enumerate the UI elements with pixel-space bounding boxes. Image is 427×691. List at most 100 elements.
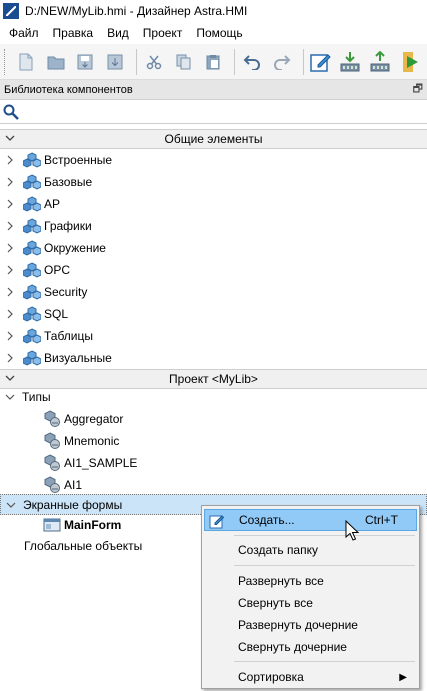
- menu-project[interactable]: Проект: [136, 22, 190, 44]
- toolbar-grip[interactable]: [4, 48, 7, 75]
- undo-button[interactable]: [239, 48, 265, 76]
- library-item[interactable]: OPC: [0, 259, 427, 281]
- components-icon: [22, 193, 42, 215]
- screen-forms-label: Экранные формы: [23, 497, 123, 512]
- search-input[interactable]: [23, 101, 427, 122]
- chevron-right-icon[interactable]: [2, 237, 18, 259]
- chevron-down-icon[interactable]: [2, 386, 18, 408]
- upload-button[interactable]: [367, 48, 393, 76]
- menu-item-create-shortcut: Ctrl+T: [365, 513, 398, 527]
- library-item[interactable]: Таблицы: [0, 325, 427, 347]
- components-icon: [22, 215, 42, 237]
- submenu-arrow-icon: ▶: [399, 671, 407, 683]
- library-item-label: АР: [44, 197, 61, 211]
- edit-form-button[interactable]: [308, 48, 334, 76]
- toolbar-separator: [302, 48, 304, 75]
- library-item[interactable]: SQL: [0, 303, 427, 325]
- chevron-right-icon[interactable]: [2, 193, 18, 215]
- tree-node-types[interactable]: Типы: [0, 386, 427, 408]
- type-item[interactable]: Aggregator: [0, 408, 427, 430]
- menu-help[interactable]: Помощь: [189, 22, 249, 44]
- run-button[interactable]: [397, 48, 423, 76]
- group-general-header[interactable]: Общие элементы: [0, 129, 427, 149]
- open-button[interactable]: [43, 48, 69, 76]
- library-item[interactable]: Графики: [0, 215, 427, 237]
- menu-item-create-label: Создать...: [239, 513, 295, 527]
- toolbar-separator: [234, 48, 236, 75]
- component-library-header: Библиотека компонентов 🗗: [0, 80, 427, 100]
- components-icon: [22, 303, 42, 325]
- chevron-right-icon[interactable]: [2, 325, 18, 347]
- chevron-down-icon[interactable]: [3, 494, 19, 516]
- save-icon: [77, 54, 93, 69]
- form-icon: [42, 514, 62, 536]
- type-item[interactable]: Mnemonic: [0, 430, 427, 452]
- library-item-label: Графики: [44, 219, 92, 233]
- components-icon: [22, 259, 42, 281]
- menu-file[interactable]: Файл: [2, 22, 46, 44]
- menu-item-expand-children[interactable]: Развернуть дочерние: [204, 614, 417, 636]
- panel-title: Библиотека компонентов: [4, 83, 133, 96]
- chevron-right-icon[interactable]: [2, 347, 18, 369]
- context-menu: Создать... Ctrl+T Создать папку Разверну…: [201, 505, 420, 689]
- menu-item-collapse-all-label: Свернуть все: [238, 596, 313, 610]
- menu-item-sort[interactable]: Сортировка ▶: [204, 666, 417, 688]
- type-object-icon: [42, 408, 62, 430]
- library-item[interactable]: Окружение: [0, 237, 427, 259]
- chevron-right-icon[interactable]: [2, 303, 18, 325]
- library-item[interactable]: Security: [0, 281, 427, 303]
- type-item[interactable]: AI1: [0, 474, 427, 496]
- save-button[interactable]: [72, 48, 98, 76]
- paste-button[interactable]: [201, 48, 227, 76]
- group-project-label: Проект <MyLib>: [169, 372, 258, 386]
- menu-item-expand-all[interactable]: Развернуть все: [204, 570, 417, 592]
- chevron-right-icon[interactable]: [2, 281, 18, 303]
- restore-panel-icon[interactable]: 🗗: [413, 80, 423, 99]
- toolbar: [0, 44, 427, 80]
- chevron-right-icon[interactable]: [2, 215, 18, 237]
- chevron-right-icon[interactable]: [2, 259, 18, 281]
- menu-item-collapse-all[interactable]: Свернуть все: [204, 592, 417, 614]
- menu-item-expand-all-label: Развернуть все: [238, 574, 324, 588]
- global-objects-label: Глобальные объекты: [24, 539, 143, 553]
- menu-item-create[interactable]: Создать... Ctrl+T: [204, 509, 417, 531]
- redo-icon: [274, 54, 291, 70]
- menu-item-collapse-children[interactable]: Свернуть дочерние: [204, 636, 417, 658]
- copy-button[interactable]: [171, 48, 197, 76]
- components-icon: [22, 281, 42, 303]
- library-item[interactable]: Визуальные: [0, 347, 427, 369]
- copy-icon: [176, 54, 191, 69]
- window-title: D:/NEW/MyLib.hmi - Дизайнер Astra.HMI: [25, 4, 248, 18]
- components-icon: [22, 171, 42, 193]
- chevron-right-icon[interactable]: [2, 149, 18, 171]
- menu-view[interactable]: Вид: [100, 22, 136, 44]
- paste-icon: [206, 54, 220, 69]
- redo-button[interactable]: [269, 48, 295, 76]
- menu-separator: [234, 661, 415, 662]
- edit-form-icon: [309, 53, 331, 72]
- library-item-label: Встроенные: [44, 153, 113, 167]
- save-as-button[interactable]: [102, 48, 128, 76]
- new-file-button[interactable]: [13, 48, 39, 76]
- library-item[interactable]: Встроенные: [0, 149, 427, 171]
- menu-item-create-folder-label: Создать папку: [238, 543, 318, 557]
- library-item[interactable]: Базовые: [0, 171, 427, 193]
- download-button[interactable]: [338, 48, 364, 76]
- components-icon: [22, 149, 42, 171]
- type-item-label: AI1: [64, 478, 83, 492]
- type-item-label: Aggregator: [64, 412, 124, 426]
- app-logo-icon: [3, 3, 19, 19]
- menu-edit[interactable]: Правка: [46, 22, 101, 44]
- library-item-label: Визуальные: [44, 351, 112, 365]
- type-object-icon: [42, 430, 62, 452]
- library-item-label: Окружение: [44, 241, 106, 255]
- cut-button[interactable]: [141, 48, 167, 76]
- menu-item-create-folder[interactable]: Создать папку: [204, 539, 417, 561]
- type-item[interactable]: AI1_SAMPLE: [0, 452, 427, 474]
- form-item-label: MainForm: [64, 518, 122, 532]
- library-item-label: Security: [44, 285, 88, 299]
- components-icon: [22, 347, 42, 369]
- type-item-label: AI1_SAMPLE: [64, 456, 138, 470]
- library-item[interactable]: АР: [0, 193, 427, 215]
- chevron-right-icon[interactable]: [2, 171, 18, 193]
